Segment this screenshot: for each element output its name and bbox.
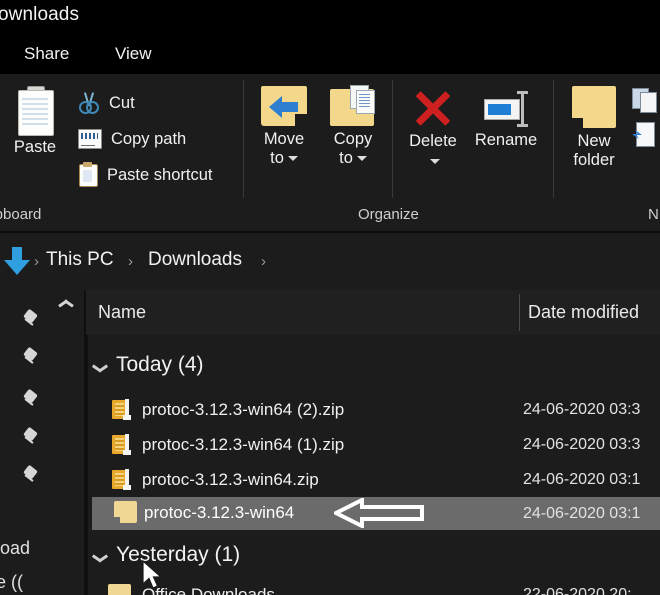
new-folder-label-line2: folder: [573, 151, 615, 169]
address-bar[interactable]: › This PC › Downloads ›: [0, 233, 660, 290]
move-to-button[interactable]: Move to: [254, 84, 314, 168]
copy-path-label: Copy path: [111, 129, 187, 148]
file-name: protoc-3.12.3-win64 (1).zip: [142, 435, 345, 454]
sidebar-item-downloads[interactable]: nload: [0, 538, 30, 559]
chevron-down-icon[interactable]: [287, 156, 298, 162]
delete-label: Delete: [409, 132, 457, 150]
breadcrumb-this-pc[interactable]: This PC: [46, 249, 114, 271]
column-header-bar: Name Date modified: [0, 290, 660, 335]
move-to-label-line1: Move: [263, 130, 305, 148]
cut-label: Cut: [109, 93, 135, 112]
group-label-new: N: [648, 206, 659, 223]
rename-button[interactable]: Rename: [470, 86, 542, 150]
file-date-modified: 24-06-2020 03:1: [523, 505, 641, 522]
paste-shortcut-label: Paste shortcut: [107, 166, 213, 184]
paste-button[interactable]: Paste: [2, 86, 68, 157]
ribbon-tab-strip: [0, 30, 660, 74]
delete-button[interactable]: Delete: [398, 86, 468, 171]
group-label-organize: Organize: [358, 206, 419, 223]
chevron-down-icon[interactable]: [430, 159, 440, 165]
file-name: protoc-3.12.3-win64 (2).zip: [142, 400, 345, 419]
pin-icon[interactable]: [22, 426, 42, 448]
file-date-modified: 24-06-2020 03:1: [523, 471, 641, 488]
file-date-modified: 24-06-2020 03:3: [523, 401, 641, 418]
copy-path-icon: [78, 129, 102, 149]
delete-x-icon: [413, 88, 453, 128]
window-title: ownloads: [0, 4, 80, 25]
cut-button[interactable]: Cut: [78, 92, 135, 114]
copy-to-folder-icon: [330, 85, 376, 126]
pin-icon[interactable]: [22, 464, 42, 486]
file-name: protoc-3.12.3-win64.zip: [142, 470, 319, 489]
ribbon-body: Paste Cut Copy path Paste shortcut Move …: [0, 74, 660, 202]
chevron-down-icon[interactable]: [356, 156, 367, 162]
delete-dropdown[interactable]: [398, 153, 468, 171]
zip-icon: [112, 434, 134, 456]
copy-to-label-line1: Copy: [333, 130, 373, 148]
annotation-arrow-icon: [334, 498, 424, 528]
navigation-pane: nload ge ((: [0, 290, 100, 595]
column-header-name[interactable]: Name: [98, 302, 146, 323]
breadcrumb-downloads[interactable]: Downloads: [148, 249, 242, 271]
paste-shortcut-button[interactable]: Paste shortcut: [79, 162, 213, 187]
table-row[interactable]: protoc-3.12.3-win64 (1).zip 24-06-2020 0…: [86, 430, 660, 460]
rename-icon: [484, 91, 528, 127]
move-to-folder-icon: [261, 86, 307, 126]
new-folder-label-line1: New: [577, 132, 611, 150]
scissors-icon: [78, 92, 100, 114]
breadcrumb-separator-icon: ›: [128, 253, 133, 270]
column-header-date-modified[interactable]: Date modified: [528, 302, 639, 323]
ribbon-separator-1: [243, 80, 244, 198]
ribbon-separator-3: [553, 80, 554, 198]
zip-icon: [112, 469, 134, 491]
sidebar-item-storage[interactable]: ge ((: [0, 572, 23, 593]
zip-icon: [112, 399, 134, 421]
tab-view[interactable]: View: [115, 44, 152, 64]
column-divider[interactable]: [519, 294, 520, 331]
pin-icon[interactable]: [22, 308, 42, 330]
copy-to-button[interactable]: Copy to: [324, 84, 382, 168]
table-row[interactable]: protoc-3.12.3-win64 (2).zip 24-06-2020 0…: [86, 395, 660, 425]
chevron-down-icon[interactable]: [92, 553, 110, 565]
rename-label: Rename: [474, 131, 538, 149]
chevron-down-icon[interactable]: [92, 363, 110, 375]
list-left-border: [86, 335, 88, 595]
folder-icon: [114, 501, 137, 523]
copy-to-label-line2: to: [324, 149, 382, 168]
ribbon: Paste Cut Copy path Paste shortcut Move …: [0, 74, 660, 233]
group-label: Today (4): [116, 353, 204, 376]
copy-path-button[interactable]: Copy path: [78, 129, 186, 149]
downloads-arrow-icon: [4, 247, 30, 275]
paste-label: Paste: [13, 138, 57, 156]
tab-share[interactable]: Share: [24, 44, 69, 64]
paste-shortcut-icon: [79, 162, 98, 187]
title-bar: ownloads: [0, 0, 660, 30]
ribbon-group-labels: lipboard Organize N: [0, 202, 660, 233]
new-folder-button[interactable]: New folder: [562, 84, 626, 170]
new-folder-icon: [572, 86, 616, 128]
table-row[interactable]: protoc-3.12.3-win64.zip 24-06-2020 03:1: [86, 465, 660, 495]
column-header-date-label: Date modified: [528, 302, 640, 322]
table-row[interactable]: Office Downloads 22-06-2020 20:: [86, 580, 660, 595]
file-list: Today (4) protoc-3.12.3-win64 (2).zip 24…: [86, 335, 660, 595]
group-label: Yesterday (1): [116, 543, 241, 566]
file-date-modified: 24-06-2020 03:3: [523, 436, 641, 453]
file-date-modified: 22-06-2020 20:: [523, 586, 632, 595]
file-name: protoc-3.12.3-win64: [144, 503, 295, 522]
clipboard-icon: [16, 86, 54, 136]
pin-icon[interactable]: [22, 346, 42, 368]
sidebar-scrollbar-track[interactable]: [42, 290, 100, 595]
pin-icon[interactable]: [22, 388, 42, 410]
file-explorer-window: ownloads Share View Paste Cut Copy path …: [0, 0, 660, 595]
ribbon-separator-2: [392, 80, 393, 198]
move-to-label-line2: to: [254, 149, 314, 168]
breadcrumb-separator-icon[interactable]: ›: [261, 253, 266, 270]
group-label-clipboard: lipboard: [0, 206, 42, 223]
mouse-cursor: [142, 559, 166, 594]
folder-icon: [108, 584, 131, 595]
collapse-chevron-icon[interactable]: [58, 296, 76, 310]
breadcrumb-separator-icon: ›: [34, 253, 39, 270]
